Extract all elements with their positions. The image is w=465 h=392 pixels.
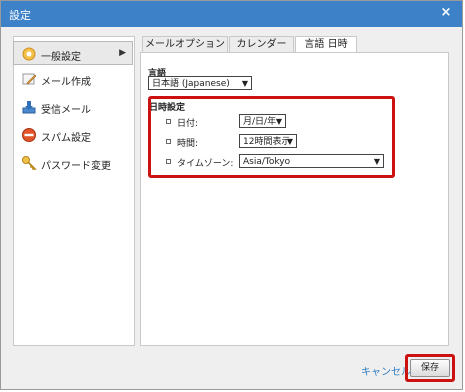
bullet-icon (166, 119, 171, 124)
dialog-title: 設定 (9, 9, 31, 22)
date-label: 日付: (177, 119, 199, 129)
sidebar-item-compose[interactable]: メール作成 (14, 67, 132, 91)
sidebar-item-label: メール作成 (41, 77, 91, 88)
tab-label: 言語 日時 (304, 39, 348, 50)
title-bar: 設定 × (1, 1, 462, 27)
time-format-value: 12時間表示 (243, 137, 291, 147)
save-button[interactable]: 保存 (410, 359, 450, 377)
sidebar-item-label: 一般設定 (41, 52, 81, 63)
timezone-value: Asia/Tokyo (243, 157, 291, 167)
no-entry-icon (22, 128, 36, 142)
sidebar-item-label: パスワード変更 (41, 161, 111, 172)
caret-down-icon: ▼ (241, 79, 248, 88)
language-value: 日本語 (Japanese) (152, 79, 230, 89)
sidebar-item-spam[interactable]: スパム設定 (14, 123, 132, 147)
date-format-value: 月/日/年 (243, 117, 277, 127)
sidebar-item-label: 受信メール (41, 105, 91, 116)
time-format-select[interactable]: 12時間表示 ▼ (239, 134, 297, 148)
tab-label: カレンダー (236, 39, 287, 50)
caret-down-icon: ▼ (286, 137, 293, 146)
sidebar-item-general[interactable]: 一般設定 ▶ (13, 41, 133, 65)
inbox-download-icon (22, 101, 36, 114)
chevron-right-icon: ▶ (119, 48, 126, 58)
sidebar-item-password[interactable]: パスワード変更 (14, 151, 132, 175)
sidebar: 一般設定 ▶ メール作成 受信メール スパム設定 パスワード変更 (13, 36, 135, 346)
timezone-label: タイムゾーン: (177, 159, 234, 169)
time-label: 時間: (177, 139, 199, 149)
language-select[interactable]: 日本語 (Japanese) ▼ (148, 76, 252, 90)
sidebar-item-label: スパム設定 (41, 133, 91, 144)
bullet-icon (166, 139, 171, 144)
date-format-select[interactable]: 月/日/年 ▼ (239, 114, 286, 128)
tab-mail-options[interactable]: メールオプション (142, 36, 228, 53)
tab-label: メールオプション (145, 39, 225, 50)
caret-down-icon: ▼ (275, 117, 282, 126)
compose-icon (22, 73, 37, 85)
caret-down-icon: ▼ (373, 157, 380, 166)
cancel-link[interactable]: キャンセル (361, 363, 411, 378)
key-icon (22, 156, 37, 170)
bullet-icon (166, 159, 171, 164)
tab-calendar[interactable]: カレンダー (229, 36, 294, 53)
sidebar-item-inbox[interactable]: 受信メール (14, 95, 132, 119)
close-icon[interactable]: × (438, 4, 454, 22)
timezone-select[interactable]: Asia/Tokyo ▼ (239, 154, 384, 168)
gear-icon (22, 47, 36, 61)
